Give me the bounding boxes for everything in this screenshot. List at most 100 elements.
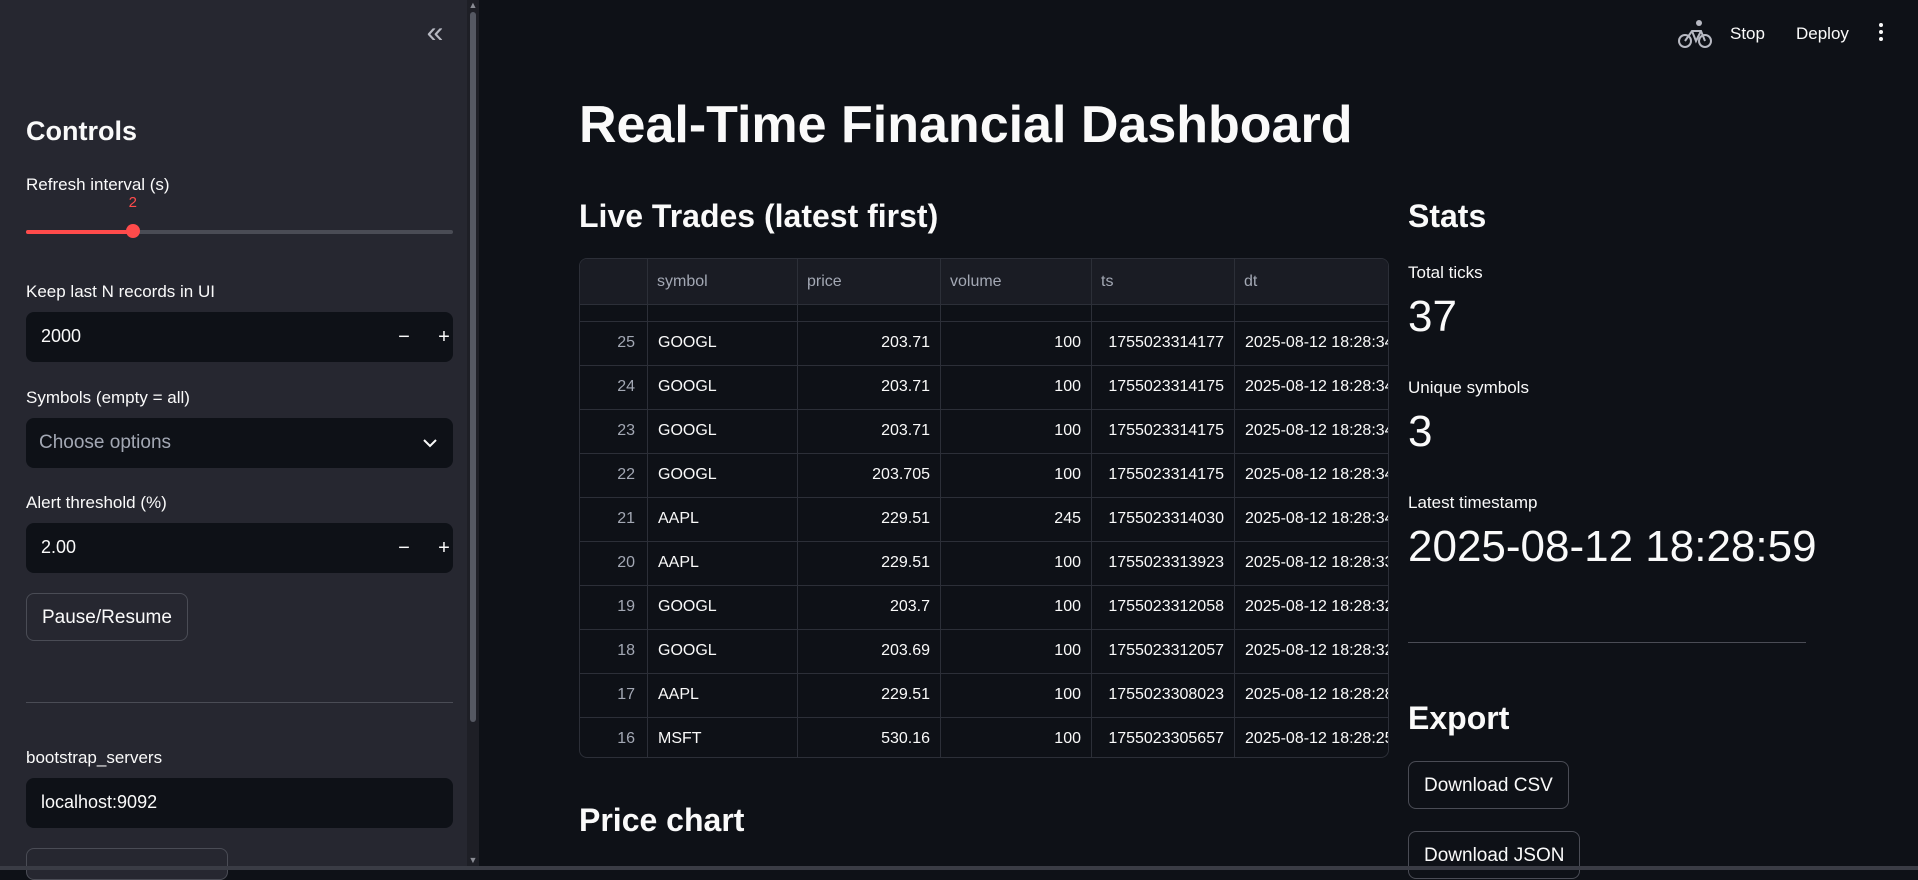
table-cell[interactable]: 100: [941, 717, 1092, 757]
table-row[interactable]: 24 GOOGL 203.71 100 1755023314175 2025-08-12 …: [580, 365, 1388, 410]
table-cell[interactable]: 2025-08-12 18:28:34: [1235, 453, 1388, 497]
table-cell[interactable]: GOOGL: [648, 629, 798, 673]
table-cell[interactable]: 203.69: [798, 629, 941, 673]
table-cell[interactable]: 229.51: [798, 541, 941, 585]
sidebar-scrollbar[interactable]: ▲ ▼: [467, 0, 479, 870]
table-cell[interactable]: MSFT: [648, 717, 798, 757]
table-cell[interactable]: 23: [580, 409, 648, 453]
table-cell[interactable]: 2025-08-12 18:28:32: [1235, 585, 1388, 629]
table-cell[interactable]: 530.16: [798, 717, 941, 757]
table-cell[interactable]: 2025-08-12 18:28:32: [1235, 629, 1388, 673]
table-row[interactable]: 16 MSFT 530.16 100 1755023305657 2025-08-12 1…: [580, 717, 1388, 757]
table-cell[interactable]: GOOGL: [648, 321, 798, 365]
bootstrap-servers-input[interactable]: localhost:9092: [26, 778, 453, 828]
table-cell[interactable]: 203.705: [798, 453, 941, 497]
column-header[interactable]: volume: [941, 259, 1092, 304]
pause-resume-button[interactable]: Pause/Resume: [26, 593, 188, 641]
table-cell[interactable]: 17: [580, 673, 648, 717]
table-cell[interactable]: 2025-08-12 18:28:33: [1235, 541, 1388, 585]
column-header[interactable]: [580, 259, 648, 304]
collapse-sidebar-icon[interactable]: «: [420, 18, 450, 48]
table-cell[interactable]: 19: [580, 585, 648, 629]
table-cell[interactable]: 229.51: [798, 673, 941, 717]
table-cell[interactable]: 229.51: [798, 497, 941, 541]
download-json-button[interactable]: Download JSON: [1408, 831, 1581, 879]
table-cell[interactable]: 21: [580, 497, 648, 541]
table-cell[interactable]: 245: [941, 497, 1092, 541]
table-cell[interactable]: 100: [941, 629, 1092, 673]
decrement-button[interactable]: −: [389, 322, 419, 352]
table-cell[interactable]: 2025-08-12 18:28:34: [1235, 497, 1388, 541]
table-cell[interactable]: 100: [941, 453, 1092, 497]
table-cell[interactable]: 1755023314175: [1092, 365, 1235, 409]
table-cell[interactable]: 203.71: [798, 321, 941, 365]
table-cell[interactable]: 24: [580, 365, 648, 409]
table-cell[interactable]: 100: [941, 321, 1092, 365]
deploy-button[interactable]: Deploy: [1796, 24, 1849, 44]
sidebar-button-partial[interactable]: [26, 848, 228, 880]
table-cell[interactable]: 1755023314175: [1092, 409, 1235, 453]
table-cell[interactable]: GOOGL: [648, 453, 798, 497]
table-row[interactable]: 23 GOOGL 203.71 100 1755023314175 2025-08-12 …: [580, 409, 1388, 454]
table-cell[interactable]: 203.71: [798, 365, 941, 409]
scroll-down-icon[interactable]: ▼: [468, 855, 478, 865]
column-header[interactable]: price: [798, 259, 941, 304]
table-cell[interactable]: 203.7: [798, 585, 941, 629]
column-header[interactable]: symbol: [648, 259, 798, 304]
download-csv-button[interactable]: Download CSV: [1408, 761, 1569, 809]
table-cell[interactable]: 100: [941, 541, 1092, 585]
scrollbar-thumb[interactable]: [470, 12, 476, 722]
table-cell[interactable]: 1755023314175: [1092, 453, 1235, 497]
table-cell[interactable]: 100: [941, 585, 1092, 629]
table-row[interactable]: 25 GOOGL 203.71 100 1755023314177 2025-08-12 …: [580, 321, 1388, 366]
table-row[interactable]: 22 GOOGL 203.705 100 1755023314175 2025-08-12…: [580, 453, 1388, 498]
table-row[interactable]: 19 GOOGL 203.7 100 1755023312058 2025-08-12 1…: [580, 585, 1388, 630]
alert-threshold-input[interactable]: 2.00 − +: [26, 523, 453, 573]
slider-thumb[interactable]: 2: [125, 194, 140, 238]
stop-button[interactable]: Stop: [1730, 24, 1765, 44]
scroll-up-icon[interactable]: ▲: [468, 0, 478, 10]
keep-last-input[interactable]: 2000 − +: [26, 312, 453, 362]
table-cell[interactable]: 18: [580, 629, 648, 673]
table-cell[interactable]: GOOGL: [648, 365, 798, 409]
table-cell[interactable]: 1755023305657: [1092, 717, 1235, 757]
table-cell[interactable]: AAPL: [648, 673, 798, 717]
table-cell[interactable]: 1755023313923: [1092, 541, 1235, 585]
table-row[interactable]: 17 AAPL 229.51 100 1755023308023 2025-08-12 1…: [580, 673, 1388, 718]
table-cell[interactable]: AAPL: [648, 497, 798, 541]
table-cell[interactable]: 2025-08-12 18:28:28: [1235, 673, 1388, 717]
table-cell[interactable]: 203.71: [798, 409, 941, 453]
table-cell[interactable]: AAPL: [648, 541, 798, 585]
table-cell[interactable]: 1755023312057: [1092, 629, 1235, 673]
table-cell[interactable]: 25: [580, 321, 648, 365]
table-cell[interactable]: 2025-08-12 18:28:34: [1235, 409, 1388, 453]
symbols-multiselect[interactable]: Choose options: [26, 418, 453, 468]
table-cell[interactable]: GOOGL: [648, 585, 798, 629]
table-cell[interactable]: 2025-08-12 18:28:34: [1235, 365, 1388, 409]
table-cell[interactable]: 1755023312058: [1092, 585, 1235, 629]
table-cell[interactable]: GOOGL: [648, 409, 798, 453]
table-cell[interactable]: 100: [941, 365, 1092, 409]
table-cell[interactable]: 20: [580, 541, 648, 585]
table-cell[interactable]: 1755023308023: [1092, 673, 1235, 717]
table-cell[interactable]: 22: [580, 453, 648, 497]
table-cell[interactable]: 1755023314030: [1092, 497, 1235, 541]
table-cell[interactable]: 1755023314177: [1092, 321, 1235, 365]
table-row[interactable]: 20 AAPL 229.51 100 1755023313923 2025-08-12 1…: [580, 541, 1388, 586]
table-cell[interactable]: 16: [580, 717, 648, 757]
table-row[interactable]: 21 AAPL 229.51 245 1755023314030 2025-08-12 1…: [580, 497, 1388, 542]
trades-table[interactable]: 26GOOGL203.710017550233157572025-08-12 1…: [579, 258, 1389, 758]
main-menu-icon[interactable]: [1875, 20, 1887, 48]
increment-button[interactable]: +: [429, 533, 459, 563]
horizontal-scrollbar[interactable]: [0, 866, 1918, 870]
refresh-interval-slider[interactable]: 2: [26, 194, 453, 238]
column-header[interactable]: dt: [1235, 259, 1388, 304]
table-row[interactable]: 18 GOOGL 203.69 100 1755023312057 2025-08-12 …: [580, 629, 1388, 674]
table-cell[interactable]: 100: [941, 673, 1092, 717]
decrement-button[interactable]: −: [389, 533, 419, 563]
table-cell[interactable]: 2025-08-12 18:28:25: [1235, 717, 1388, 757]
column-header[interactable]: ts: [1092, 259, 1235, 304]
increment-button[interactable]: +: [429, 322, 459, 352]
table-cell[interactable]: 2025-08-12 18:28:34: [1235, 321, 1388, 365]
table-cell[interactable]: 100: [941, 409, 1092, 453]
